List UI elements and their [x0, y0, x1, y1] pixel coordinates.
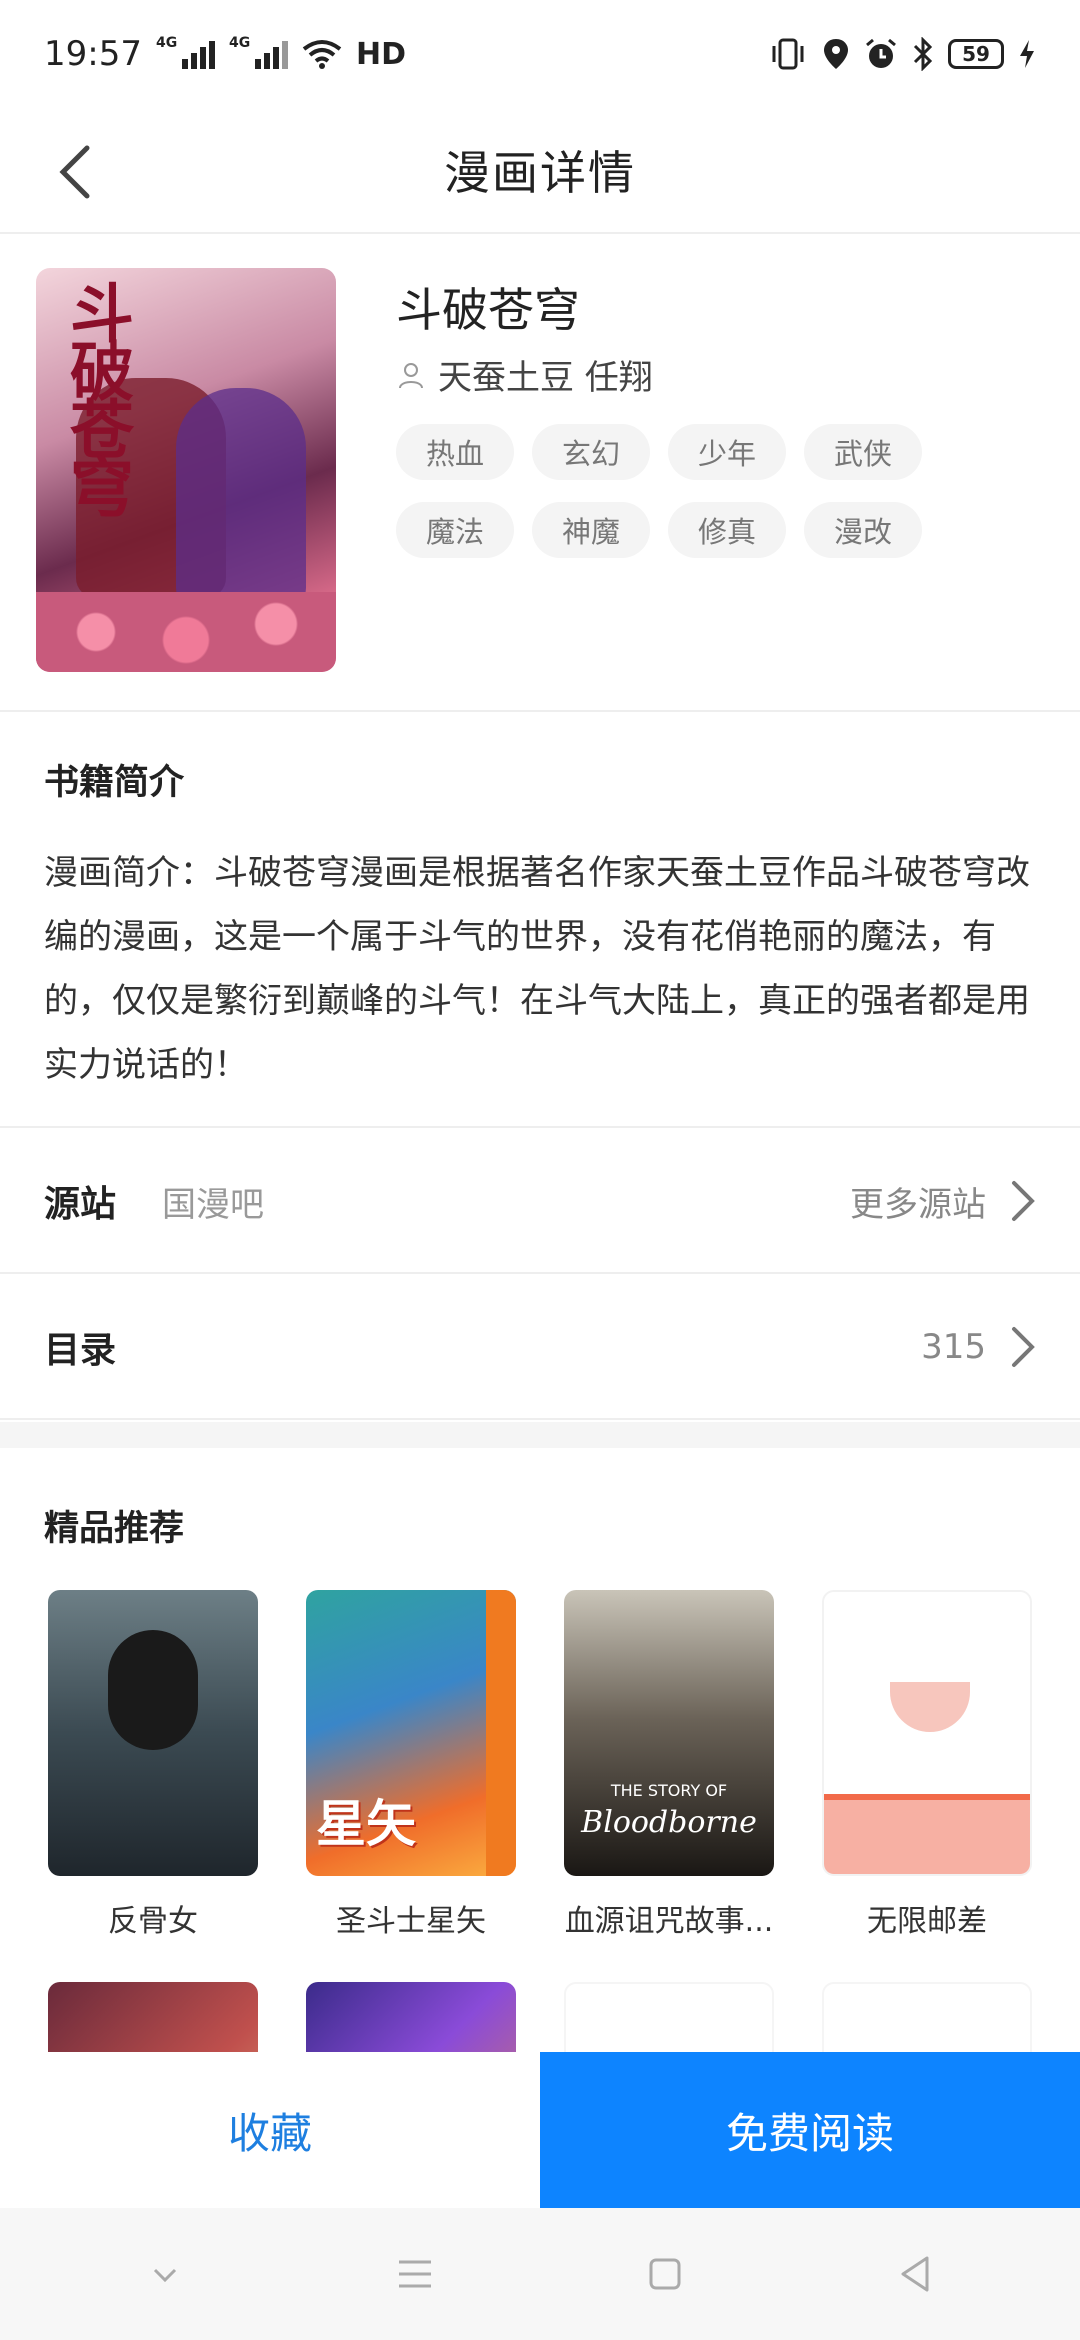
recommend-item[interactable]: THE STORY OF Bloodborne 血源诅咒故事...: [564, 1590, 774, 1940]
catalog-count-link[interactable]: 315: [921, 1325, 1036, 1369]
recommend-cover: [48, 1590, 258, 1876]
coffee-cup-icon: [890, 1682, 970, 1732]
recommend-cover-placeholder: [822, 1982, 1032, 2052]
author-row: 天蚕土豆 任翔: [396, 350, 653, 399]
cover-figure: [176, 388, 306, 608]
intro-text: 漫画简介：斗破苍穹漫画是根据著名作家天蚕土豆作品斗破苍穹改编的漫画，这是一个属于…: [44, 853, 1030, 1085]
more-sources-label: 更多源站: [850, 1184, 986, 1225]
read-free-button[interactable]: 免费阅读: [540, 2052, 1080, 2208]
battery-icon: 59: [948, 39, 1004, 69]
source-row[interactable]: 源站 国漫吧 更多源站: [0, 1130, 1080, 1274]
back-triangle-icon[interactable]: [893, 2252, 937, 2296]
catalog-count: 315: [921, 1327, 986, 1367]
intro-title: 书籍简介: [44, 763, 185, 803]
menu-icon[interactable]: [393, 2252, 437, 2296]
chevron-down-icon[interactable]: [143, 2252, 187, 2296]
cover-strip: [486, 1590, 516, 1876]
tag-chip[interactable]: 玄幻: [532, 424, 650, 480]
cover-title-art: 斗破苍穹: [59, 280, 133, 512]
tag-chip[interactable]: 武侠: [804, 424, 922, 480]
tag-list: 热血 玄幻 少年 武侠 魔法 神魔 修真 漫改: [396, 424, 956, 558]
book-intro: 书籍简介 漫画简介：斗破苍穹漫画是根据著名作家天蚕土豆作品斗破苍穹改编的漫画，这…: [0, 714, 1080, 1128]
catalog-label: 目录: [44, 1330, 117, 1371]
source-label: 源站: [44, 1184, 117, 1225]
cover-band: [824, 1794, 1030, 1874]
wifi-icon: [302, 40, 342, 69]
nav-header: 漫画详情: [0, 108, 1080, 234]
recommend-cover: 星矢: [306, 1590, 516, 1876]
status-right: 59: [768, 37, 1036, 71]
recommend-item[interactable]: [822, 1982, 1032, 2052]
chevron-right-icon: [1012, 1327, 1035, 1367]
charging-icon: [1020, 40, 1034, 68]
recommend-name: 反骨女: [108, 1904, 198, 1939]
recommend-item[interactable]: [306, 1982, 516, 2052]
tag-chip[interactable]: 漫改: [804, 502, 922, 558]
alarm-icon: [866, 38, 896, 68]
favorite-button[interactable]: 收藏: [0, 2052, 540, 2208]
back-icon: [59, 145, 90, 199]
clock: 19:57: [44, 34, 142, 74]
section-gap: [0, 1422, 1080, 1448]
tag-chip[interactable]: 少年: [668, 424, 786, 480]
cover-logo: 星矢: [316, 1795, 416, 1853]
source-value: 国漫吧: [162, 1184, 265, 1225]
cover-roses: [36, 592, 336, 672]
recommend-name: 血源诅咒故事...: [564, 1904, 774, 1939]
author-names: 天蚕土豆 任翔: [438, 358, 653, 398]
recommend-cover: [48, 1982, 258, 2052]
signal-icon-2: 4G: [229, 35, 288, 69]
recommend-section: 精品推荐 反骨女 星矢 圣斗士星矢 THE STORY OF Bloodborn…: [0, 1448, 1080, 2052]
recommend-cover: [306, 1982, 516, 2052]
book-title: 斗破苍穹: [396, 283, 580, 337]
person-icon: [399, 362, 423, 388]
tag-chip[interactable]: 神魔: [532, 502, 650, 558]
hd-icon: HD: [355, 36, 406, 72]
recommend-item[interactable]: 星矢 圣斗士星矢: [306, 1590, 516, 1940]
system-nav-bar: [0, 2208, 1080, 2340]
recommend-item[interactable]: 无限邮差: [822, 1590, 1032, 1940]
recommend-grid: 反骨女 星矢 圣斗士星矢 THE STORY OF Bloodborne 血源诅…: [48, 1590, 1032, 2052]
status-bar: 19:57 4G 4G HD 59: [0, 0, 1080, 108]
recommend-item[interactable]: [564, 1982, 774, 2052]
recommend-item[interactable]: 反骨女: [48, 1590, 258, 1940]
chevron-right-icon: [1012, 1181, 1035, 1221]
recommend-name: 无限邮差: [867, 1904, 987, 1939]
tag-chip[interactable]: 修真: [668, 502, 786, 558]
home-icon[interactable]: [643, 2252, 687, 2296]
location-icon: [824, 39, 848, 69]
more-sources-link[interactable]: 更多源站: [850, 1177, 1036, 1226]
book-info: 斗破苍穹 斗破苍穹 天蚕土豆 任翔 热血 玄幻 少年 武侠 魔法 神魔 修真 漫…: [0, 236, 1080, 712]
tag-chip[interactable]: 魔法: [396, 502, 514, 558]
recommend-cover-placeholder: [564, 1982, 774, 2052]
status-left: 19:57 4G 4G HD: [44, 34, 406, 74]
signal-icon: 4G: [156, 35, 215, 69]
cover-subtitle: THE STORY OF: [610, 1781, 728, 1800]
catalog-row[interactable]: 目录 315: [0, 1276, 1080, 1420]
recommend-item[interactable]: [48, 1982, 258, 2052]
recommend-title: 精品推荐: [44, 1509, 185, 1549]
tag-chip[interactable]: 热血: [396, 424, 514, 480]
recommend-name: 圣斗士星矢: [336, 1904, 486, 1939]
recommend-cover-placeholder: [822, 1590, 1032, 1876]
page-title: 漫画详情: [444, 146, 636, 200]
vibrate-icon: [772, 38, 804, 70]
book-cover[interactable]: 斗破苍穹: [36, 268, 336, 672]
bluetooth-icon: [913, 37, 933, 71]
back-button[interactable]: [40, 132, 110, 212]
recommend-cover: THE STORY OF Bloodborne: [564, 1590, 774, 1876]
action-bar: 收藏 免费阅读: [0, 2052, 1080, 2208]
cover-logo: Bloodborne: [581, 1805, 757, 1840]
